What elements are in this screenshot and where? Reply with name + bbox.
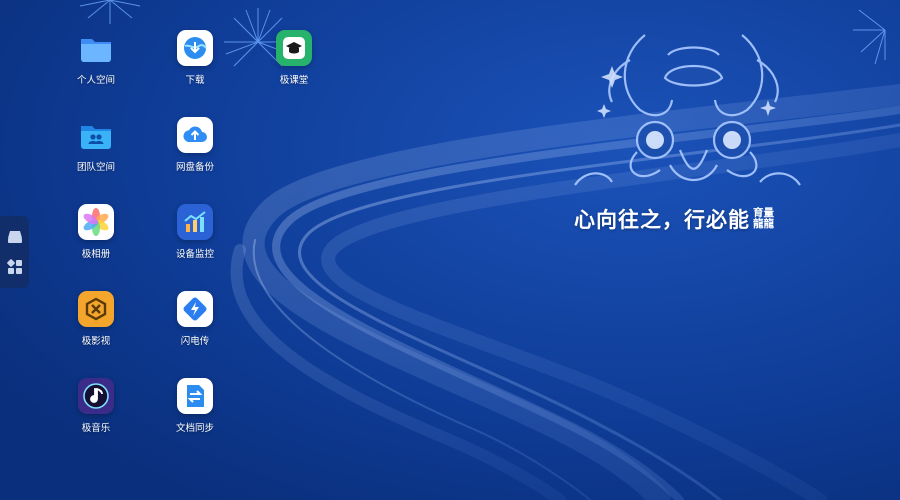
app-video[interactable]: 极影视 (54, 291, 138, 369)
music-note-icon (78, 378, 114, 414)
app-class[interactable]: 极课堂 (252, 30, 336, 108)
video-icon (78, 291, 114, 327)
app-flash-transfer[interactable]: 闪电传 (153, 291, 237, 369)
globe-download-icon (177, 30, 213, 66)
app-label: 极相册 (81, 249, 111, 260)
app-team-space[interactable]: 团队空间 (54, 117, 138, 195)
app-label: 个人空间 (76, 75, 115, 86)
app-label: 团队空间 (76, 162, 115, 173)
chart-monitor-icon (177, 204, 213, 240)
app-photos[interactable]: 极相册 (54, 204, 138, 282)
wallpaper-slogan: 心向往之，行必能 育量 龍龍 (574, 202, 774, 236)
graduation-cap-icon (276, 30, 312, 66)
slogan-stack: 育量 龍龍 (753, 208, 774, 230)
side-dock (0, 216, 29, 288)
app-label: 网盘备份 (175, 162, 214, 173)
app-label: 下载 (185, 75, 205, 86)
app-label: 文档同步 (175, 423, 214, 434)
app-label: 设备监控 (175, 249, 214, 260)
apps-grid-icon[interactable] (6, 258, 24, 276)
drive-icon[interactable] (6, 228, 24, 246)
folder-icon (78, 30, 114, 66)
app-download[interactable]: 下载 (153, 30, 237, 108)
app-cloud-backup[interactable]: 网盘备份 (153, 117, 237, 195)
slogan-stack-bottom: 龍龍 (753, 218, 774, 230)
slogan-text: 心向往之，行必能 (574, 208, 750, 232)
desktop: 个人空间 下载 极课堂 团队空间 网盘备份 极相册 设备监控 极影视 闪电传 极… (0, 0, 900, 500)
app-label: 极影视 (81, 336, 111, 347)
app-file-sync[interactable]: 文档同步 (153, 378, 237, 456)
app-label: 闪电传 (180, 336, 210, 347)
team-folder-icon (78, 117, 114, 153)
app-personal-space[interactable]: 个人空间 (54, 30, 138, 108)
cloud-upload-icon (177, 117, 213, 153)
app-label: 极音乐 (81, 423, 111, 434)
sync-arrows-icon (177, 378, 213, 414)
app-music[interactable]: 极音乐 (54, 378, 138, 456)
app-label: 极课堂 (279, 75, 309, 86)
lightning-icon (177, 291, 213, 327)
photos-flower-icon (78, 204, 114, 240)
app-monitor[interactable]: 设备监控 (153, 204, 237, 282)
